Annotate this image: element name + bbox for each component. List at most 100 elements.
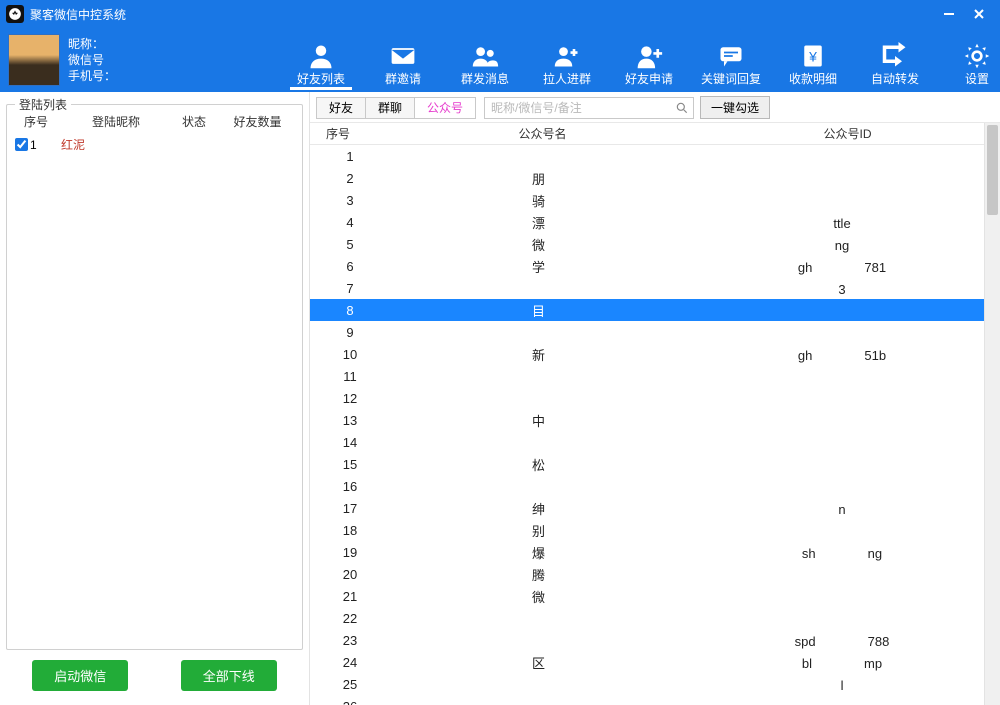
- wx-value: [104, 53, 116, 67]
- wx-label: 微信号: [68, 52, 104, 68]
- cell-name: 微: [390, 587, 687, 606]
- nav-friends[interactable]: 好友列表: [280, 30, 362, 90]
- table-row[interactable]: 17绅 n: [310, 497, 984, 519]
- cell-seq: 9: [310, 325, 390, 340]
- search-input[interactable]: [485, 101, 671, 115]
- login-hdr-seq: 序号: [11, 113, 61, 130]
- cell-id: [687, 389, 984, 408]
- start-wechat-button[interactable]: 启动微信: [32, 660, 128, 691]
- nav-reply[interactable]: 关键词回复: [690, 30, 772, 90]
- cell-id: n: [687, 499, 984, 518]
- login-row[interactable]: 1红泥: [9, 134, 300, 155]
- table-row[interactable]: 23 spd 788: [310, 629, 984, 651]
- table-row[interactable]: 19爆 sh ng: [310, 541, 984, 563]
- cell-id: [687, 455, 984, 474]
- cell-seq: 10: [310, 347, 390, 362]
- cell-id: [687, 169, 984, 188]
- table-row[interactable]: 5微 ng: [310, 233, 984, 255]
- cell-id: ng: [687, 235, 984, 254]
- nick-value: [104, 37, 116, 51]
- cell-id: sh ng: [687, 543, 984, 562]
- user-info: 昵称： 微信号 手机号：: [68, 36, 116, 84]
- cell-id: [687, 191, 984, 210]
- nav-settings[interactable]: 设置: [936, 30, 1000, 90]
- table-row[interactable]: 1: [310, 145, 984, 167]
- login-list-legend: 登陆列表: [15, 96, 71, 113]
- table-row[interactable]: 12: [310, 387, 984, 409]
- minimize-button[interactable]: [934, 0, 964, 28]
- svg-text:¥: ¥: [808, 48, 817, 64]
- nav-friend-req[interactable]: 好友申请: [608, 30, 690, 90]
- user-box: 昵称： 微信号 手机号：: [0, 30, 280, 90]
- table-row[interactable]: 8目: [310, 299, 984, 321]
- cell-name: 中: [390, 411, 687, 430]
- close-button[interactable]: [964, 0, 994, 28]
- table-row[interactable]: 3骑: [310, 189, 984, 211]
- table-row[interactable]: 9: [310, 321, 984, 343]
- table-row[interactable]: 18别: [310, 519, 984, 541]
- cell-seq: 13: [310, 413, 390, 428]
- cell-id: gh 781: [687, 257, 984, 276]
- table-row[interactable]: 22: [310, 607, 984, 629]
- table-row[interactable]: 13中: [310, 409, 984, 431]
- table-row[interactable]: 15松: [310, 453, 984, 475]
- nav-forward[interactable]: 自动转发: [854, 30, 936, 90]
- header: 昵称： 微信号 手机号： 好友列表群邀请群发消息拉人进群好友申请 关键词回复 ¥收款…: [0, 28, 1000, 92]
- filter-pill-1[interactable]: 群聊: [365, 97, 414, 119]
- all-offline-button[interactable]: 全部下线: [181, 660, 277, 691]
- cell-seq: 22: [310, 611, 390, 626]
- table-row[interactable]: 10新 gh 51b: [310, 343, 984, 365]
- right-panel: 好友群聊公众号 一键勾选 序号 公众号名 公众号ID 1 2朋 3骑 4漂 tt…: [310, 92, 1000, 705]
- cell-name: 学: [390, 257, 687, 276]
- table-row[interactable]: 26 wp x: [310, 695, 984, 705]
- login-row-friends: [217, 136, 298, 153]
- table-row[interactable]: 25 l: [310, 673, 984, 695]
- nav-label: 好友申请: [625, 70, 673, 87]
- cell-id: [687, 301, 984, 320]
- cell-name: 目: [390, 301, 687, 320]
- table-row[interactable]: 24区 bl mp: [310, 651, 984, 673]
- cell-id: [687, 323, 984, 342]
- cell-id: [687, 587, 984, 606]
- search-box: [484, 97, 694, 119]
- cell-seq: 25: [310, 677, 390, 692]
- cell-seq: 5: [310, 237, 390, 252]
- table-row[interactable]: 2朋: [310, 167, 984, 189]
- table-row[interactable]: 20腾: [310, 563, 984, 585]
- nav-money[interactable]: ¥收款明细: [772, 30, 854, 90]
- nav-mail[interactable]: 群邀请: [362, 30, 444, 90]
- table-row[interactable]: 21微: [310, 585, 984, 607]
- filter-pill-0[interactable]: 好友: [316, 97, 365, 119]
- login-row-state: [171, 136, 217, 153]
- scrollbar-thumb[interactable]: [987, 125, 998, 215]
- login-hdr-friends: 好友数量: [217, 113, 298, 130]
- cell-id: [687, 477, 984, 496]
- vertical-scrollbar[interactable]: [984, 123, 1000, 705]
- login-hdr-state: 状态: [171, 113, 217, 130]
- login-row-checkbox[interactable]: [15, 138, 28, 151]
- nav-label: 关键词回复: [701, 70, 761, 87]
- table-row[interactable]: 6学 gh 781: [310, 255, 984, 277]
- table-row[interactable]: 4漂 ttle: [310, 211, 984, 233]
- search-icon[interactable]: [671, 101, 693, 115]
- nav-group-send[interactable]: 群发消息: [444, 30, 526, 90]
- filter-pill-2[interactable]: 公众号: [414, 97, 476, 119]
- cell-id: [687, 433, 984, 452]
- nav-label: 自动转发: [871, 70, 919, 87]
- table-row[interactable]: 7 3: [310, 277, 984, 299]
- cell-id: bl mp: [687, 653, 984, 672]
- cell-id: ttle: [687, 213, 984, 232]
- nav-add-group[interactable]: 拉人进群: [526, 30, 608, 90]
- cell-name: [390, 675, 687, 694]
- cell-id: wp x: [687, 697, 984, 705]
- table-row[interactable]: 11: [310, 365, 984, 387]
- cell-name: [390, 389, 687, 408]
- auto-select-button[interactable]: 一键勾选: [700, 96, 770, 119]
- table-row[interactable]: 14: [310, 431, 984, 453]
- cell-seq: 12: [310, 391, 390, 406]
- table-row[interactable]: 16: [310, 475, 984, 497]
- cell-name: 微: [390, 235, 687, 254]
- th-name: 公众号名: [390, 125, 695, 142]
- cell-name: 骑: [390, 191, 687, 210]
- nav-label: 设置: [965, 70, 989, 87]
